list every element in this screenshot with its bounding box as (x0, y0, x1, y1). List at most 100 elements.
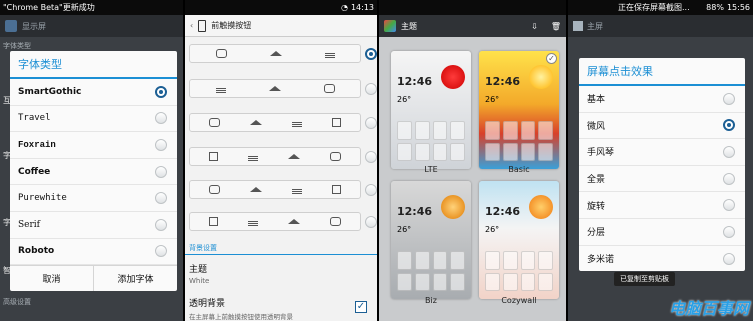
effect-option[interactable]: 多米诺 (579, 246, 745, 273)
temp-text: 26° (397, 95, 412, 104)
transparent-title: 透明背景 (189, 299, 226, 309)
bg-label: 高级设置 (3, 298, 31, 306)
page-title: 主屏 (587, 21, 603, 31)
status-right: 88% 15:56 (683, 0, 753, 15)
page-title: 前触摸按钮 (211, 21, 252, 30)
app-grid (485, 121, 553, 161)
radio-button[interactable] (155, 218, 167, 231)
effect-option[interactable]: 手风琴 (579, 139, 745, 166)
option-label: Coffee (18, 166, 51, 177)
radio-button[interactable] (155, 245, 167, 258)
back-icon[interactable]: ‹ (190, 21, 193, 30)
clock-text: 12:46 (397, 205, 433, 218)
font-option[interactable]: Foxrain (10, 132, 177, 159)
theme-thumbnail-basic[interactable]: 12:46 26° ✓ (479, 51, 559, 169)
wifi-icon: ◔ (340, 3, 348, 12)
theme-thumbnail-biz[interactable]: 12:46 26° (391, 181, 471, 299)
delete-icon[interactable]: 🗑 (551, 22, 561, 31)
menu-icon (248, 221, 258, 222)
clock-text: 12:46 (397, 75, 433, 88)
option-label: 微风 (587, 121, 606, 132)
radio-button[interactable] (155, 112, 167, 125)
option-label: Travel (18, 113, 51, 124)
layout-radio[interactable] (365, 117, 377, 129)
radio-button[interactable] (723, 199, 735, 212)
page-title: 显示屏 (22, 21, 46, 31)
theme-label: Basic (508, 165, 530, 174)
font-option[interactable]: Coffee (10, 159, 177, 186)
section-divider (185, 254, 377, 255)
font-option[interactable]: Serif (10, 212, 177, 239)
radio-button[interactable] (723, 92, 735, 105)
font-option[interactable]: SmartGothic (10, 79, 177, 106)
radio-button[interactable] (723, 252, 735, 265)
status-text: 正在保存屏幕截图... (618, 3, 690, 12)
radio-button[interactable] (155, 85, 167, 98)
font-option[interactable]: Purewhite (10, 185, 177, 212)
radio-button[interactable] (155, 138, 167, 151)
button-layout-option[interactable] (189, 44, 361, 63)
panel-themes: 主题 ⇩ 🗑 12:46 26° LTE 12:46 26° ✓ Basic 1… (379, 0, 566, 321)
download-icon[interactable]: ⇩ (531, 22, 538, 31)
weather-icon (441, 195, 465, 219)
notification-icon (209, 152, 218, 161)
radio-button[interactable] (723, 145, 735, 158)
status-bar (379, 0, 566, 15)
effect-option[interactable]: 基本 (579, 86, 745, 113)
panel-font-settings: "Chrome Beta"更新成功 显示屏 字体类型 互 字 字 智 高级设置 … (0, 0, 183, 321)
transparent-bg-setting[interactable]: 透明背景 在主屏幕上前触摸按钮使用透明背景 (189, 296, 369, 321)
theme-thumbnail-lte[interactable]: 12:46 26° (391, 51, 471, 169)
font-option[interactable]: Travel (10, 106, 177, 133)
radio-button[interactable] (723, 119, 735, 132)
add-font-button[interactable]: 添加字体 (93, 266, 177, 291)
radio-button[interactable] (155, 165, 167, 178)
theme-label: LTE (424, 165, 438, 174)
back-icon (323, 84, 335, 93)
menu-icon (292, 189, 302, 190)
button-layout-option[interactable] (189, 180, 361, 199)
theme-setting[interactable]: 主题 White (189, 262, 369, 288)
radio-button[interactable] (723, 172, 735, 185)
theme-label: Cozywall (501, 296, 537, 305)
weather-icon (529, 195, 553, 219)
layout-radio[interactable] (365, 151, 377, 163)
button-layout-option[interactable] (189, 212, 361, 231)
app-grid (397, 121, 465, 161)
option-label: Foxrain (18, 139, 56, 150)
button-layout-option[interactable] (189, 79, 361, 98)
radio-button[interactable] (723, 225, 735, 238)
home-icon (250, 187, 262, 192)
phone-icon (198, 19, 207, 32)
effect-option[interactable]: 全景 (579, 166, 745, 193)
back-icon (330, 217, 341, 226)
watermark-logo: 电脑百事网 (668, 299, 749, 318)
button-layout-option[interactable] (189, 147, 361, 166)
theme-thumbnail-cozywall[interactable]: 12:46 26° (479, 181, 559, 299)
layout-radio[interactable] (365, 184, 377, 196)
qslide-icon (332, 185, 341, 194)
home-icon[interactable]: 主屏 (573, 21, 603, 32)
home-icon (269, 51, 282, 56)
radio-button[interactable] (155, 192, 167, 205)
action-bar: 显示屏 (0, 15, 183, 37)
dialog-buttons: 取消 添加字体 (10, 265, 177, 291)
menu-icon (292, 122, 302, 123)
settings-icon[interactable] (5, 20, 17, 32)
layout-radio[interactable] (365, 48, 377, 60)
cancel-button[interactable]: 取消 (10, 266, 93, 291)
font-option[interactable]: Roboto (10, 239, 177, 266)
transparent-checkbox[interactable]: ✓ (355, 301, 367, 313)
button-layout-option[interactable] (189, 113, 361, 132)
battery-text: 88% (706, 3, 724, 12)
bg-label: 字体类型 (3, 42, 31, 50)
effect-option[interactable]: 旋转 (579, 192, 745, 219)
layout-radio[interactable] (365, 216, 377, 228)
clock-text: 12:46 (485, 205, 521, 218)
effect-option[interactable]: 微风 (579, 113, 745, 140)
page-title: 主题 (401, 21, 417, 31)
weather-icon (441, 65, 465, 89)
home-icon (288, 219, 300, 224)
layout-radio[interactable] (365, 83, 377, 95)
effect-option[interactable]: 分层 (579, 219, 745, 246)
clock-text: 12:46 (485, 75, 521, 88)
